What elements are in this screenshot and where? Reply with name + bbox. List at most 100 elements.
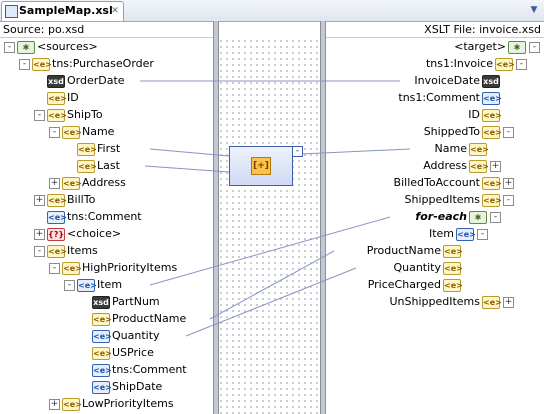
collapse-icon[interactable]: - xyxy=(503,127,514,138)
target-tree-row[interactable]: - <e> ShippedTo xyxy=(326,124,544,140)
target-node-label: Quantity xyxy=(393,261,441,274)
complex-element-icon: <e> xyxy=(92,381,112,394)
target-tree-row[interactable]: - ✱ <target> xyxy=(326,39,544,55)
target-tree-row[interactable]: - ✱ for-each xyxy=(326,209,544,225)
target-tree-row[interactable]: <e> ID xyxy=(326,107,544,123)
source-tree-row[interactable]: - <e> HighPriorityItems xyxy=(0,260,212,276)
target-node-label: ProductName xyxy=(366,244,441,257)
target-tree-row[interactable]: - <e> tns1:Invoice xyxy=(326,56,544,72)
collapse-icon[interactable]: - xyxy=(503,195,514,206)
collapse-icon[interactable]: - xyxy=(49,127,60,138)
expand-icon[interactable]: + xyxy=(503,178,514,189)
source-tree-row[interactable]: - <e> ShipTo xyxy=(0,107,212,123)
tab-list-dropdown-icon[interactable]: ▼ xyxy=(528,4,540,16)
divider xyxy=(0,37,213,38)
tab-samplemap[interactable]: SampleMap.xsl ✕ xyxy=(1,1,124,21)
collapse-icon[interactable]: - xyxy=(477,229,488,240)
source-node-label: Quantity xyxy=(112,329,160,342)
source-tree-row[interactable]: <e> tns:Comment xyxy=(0,209,212,225)
source-tree-row[interactable]: xsd PartNum xyxy=(0,294,212,310)
source-tree-row[interactable]: <e> tns:Comment xyxy=(0,362,212,378)
expand-icon[interactable]: + xyxy=(49,178,60,189)
collapse-icon[interactable]: - xyxy=(49,263,60,274)
target-tree-row[interactable]: - <e> ShippedItems xyxy=(326,192,544,208)
element-icon: <e> xyxy=(47,109,67,122)
element-icon: <e> xyxy=(495,58,515,71)
complex-element-icon: <e> xyxy=(47,211,67,224)
expand-icon[interactable]: + xyxy=(34,229,45,240)
source-tree-row[interactable]: <e> Last xyxy=(0,158,212,174)
source-tree-row[interactable]: <e> Quantity xyxy=(0,328,212,344)
expand-icon[interactable]: + xyxy=(490,161,501,172)
target-node-label: UnShippedItems xyxy=(389,295,480,308)
source-tree-row[interactable]: + <e> LowPriorityItems xyxy=(0,396,212,412)
target-tree-row[interactable]: <e> Name xyxy=(326,141,544,157)
type-icon: xsd xyxy=(47,75,65,88)
function-collapse-icon[interactable]: - xyxy=(292,146,303,157)
element-icon: <e> xyxy=(482,177,502,190)
element-icon: <e> xyxy=(47,245,67,258)
source-node-label: tns:Comment xyxy=(67,210,142,223)
expand-icon[interactable]: + xyxy=(503,297,514,308)
close-icon[interactable]: ✕ xyxy=(109,5,121,17)
collapse-icon[interactable]: - xyxy=(4,42,15,53)
target-tree-row[interactable]: <e> PriceCharged xyxy=(326,277,544,293)
source-pane-separator[interactable] xyxy=(213,21,219,414)
source-tree-row[interactable]: - <e> Items xyxy=(0,243,212,259)
collapse-icon[interactable]: - xyxy=(34,246,45,257)
source-tree-row[interactable]: + <e> BillTo xyxy=(0,192,212,208)
element-icon: <e> xyxy=(469,143,489,156)
target-tree-row[interactable]: <e> ProductName xyxy=(326,243,544,259)
target-node-label: InvoiceDate xyxy=(414,74,480,87)
element-icon: <e> xyxy=(482,109,502,122)
expand-icon[interactable]: + xyxy=(49,399,60,410)
target-node-label: Name xyxy=(434,142,467,155)
source-tree-row[interactable]: <e> ShipDate xyxy=(0,379,212,395)
expand-icon[interactable]: + xyxy=(34,195,45,206)
target-node-label: Address xyxy=(423,159,467,172)
source-tree-row[interactable]: <e> ProductName xyxy=(0,311,212,327)
target-tree-row[interactable]: + <e> UnShippedItems xyxy=(326,294,544,310)
target-tree-row[interactable]: + <e> Address xyxy=(326,158,544,174)
divider xyxy=(325,37,544,38)
source-tree-row[interactable]: - <e> tns:PurchaseOrder xyxy=(0,56,212,72)
source-tree-row[interactable]: - <e> Name xyxy=(0,124,212,140)
concat-function-node[interactable]: [+] xyxy=(229,146,293,186)
source-tree-row[interactable]: <e> ID xyxy=(0,90,212,106)
element-icon: <e> xyxy=(32,58,52,71)
collapse-icon[interactable]: - xyxy=(490,212,501,223)
element-icon: <e> xyxy=(469,160,489,173)
target-node-label: <target> xyxy=(454,40,506,53)
target-tree-row[interactable]: xsd InvoiceDate xyxy=(326,73,544,89)
complex-element-icon: <e> xyxy=(92,330,112,343)
collapse-icon[interactable]: - xyxy=(64,280,75,291)
source-tree-row[interactable]: <e> USPrice xyxy=(0,345,212,361)
source-tree-row[interactable]: + <e> Address xyxy=(0,175,212,191)
element-icon: <e> xyxy=(443,262,463,275)
collapse-icon[interactable]: - xyxy=(529,42,540,53)
type-icon: xsd xyxy=(482,75,500,88)
source-tree-row[interactable]: - <e> Item xyxy=(0,277,212,293)
source-tree-row[interactable]: <e> First xyxy=(0,141,212,157)
mapping-canvas[interactable] xyxy=(218,38,320,414)
target-tree-row[interactable]: + <e> BilledToAccount xyxy=(326,175,544,191)
collapse-icon[interactable]: - xyxy=(19,59,30,70)
collapse-icon[interactable]: - xyxy=(516,59,527,70)
element-icon: <e> xyxy=(482,296,502,309)
target-tree-row[interactable]: - <e> Item xyxy=(326,226,544,242)
target-tree-row[interactable]: <e> Quantity xyxy=(326,260,544,276)
source-node-label: Name xyxy=(82,125,115,138)
function-icon: [+] xyxy=(251,157,271,175)
source-tree-row[interactable]: + {?} <choice> xyxy=(0,226,212,242)
target-tree-row[interactable]: <e> tns1:Comment xyxy=(326,90,544,106)
source-node-label: USPrice xyxy=(112,346,154,359)
source-tree-row[interactable]: xsd OrderDate xyxy=(0,73,212,89)
collapse-icon[interactable]: - xyxy=(34,110,45,121)
source-tree-row[interactable]: - ✱ <sources> xyxy=(0,39,212,55)
choice-icon: {?} xyxy=(47,228,65,241)
source-node-label: Last xyxy=(97,159,120,172)
complex-element-icon: <e> xyxy=(77,279,97,292)
schema-root-icon: ✱ xyxy=(508,41,526,54)
target-node-label: BilledToAccount xyxy=(393,176,480,189)
source-node-label: HighPriorityItems xyxy=(82,261,178,274)
